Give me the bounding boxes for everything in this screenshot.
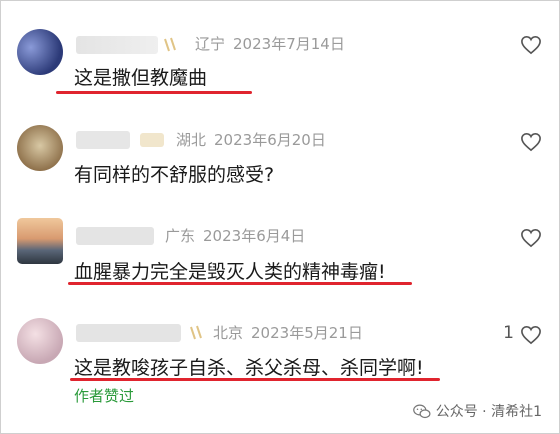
avatar[interactable] bbox=[17, 218, 63, 264]
badge-icon bbox=[164, 37, 176, 52]
heart-outline-icon[interactable] bbox=[520, 325, 542, 345]
watermark: 公众号 · 清希社1 bbox=[412, 401, 542, 421]
username-blurred[interactable] bbox=[76, 227, 154, 245]
heart-outline-icon[interactable] bbox=[520, 132, 542, 152]
comment-date: 2023年6月20日 bbox=[214, 131, 326, 149]
wechat-icon bbox=[412, 404, 431, 418]
author-liked-label: 作者赞过 bbox=[74, 387, 135, 405]
red-underline bbox=[70, 378, 440, 381]
comment-date: 2023年7月14日 bbox=[233, 35, 345, 53]
red-underline bbox=[56, 91, 252, 94]
comment-item: 辽宁 2023年7月14日 这是撒但教魔曲 bbox=[0, 0, 560, 100]
comment-item: 湖北 2023年6月20日 有同样的不舒服的感受? bbox=[0, 100, 560, 200]
avatar[interactable] bbox=[17, 125, 63, 171]
comment-text: 有同样的不舒服的感受? bbox=[74, 164, 275, 186]
comment-text: 这是撒但教魔曲 bbox=[74, 67, 208, 89]
avatar[interactable] bbox=[17, 318, 63, 364]
username-blurred[interactable] bbox=[76, 131, 130, 149]
heart-outline-icon[interactable] bbox=[520, 35, 542, 55]
comment-date: 2023年6月4日 bbox=[203, 227, 306, 245]
comment-meta: 辽宁 2023年7月14日 bbox=[195, 33, 353, 54]
comment-date: 2023年5月21日 bbox=[251, 324, 363, 342]
username-blurred[interactable] bbox=[76, 324, 181, 342]
badge-icon bbox=[190, 325, 202, 340]
comment-location: 湖北 bbox=[176, 131, 207, 149]
like-count: 1 bbox=[503, 323, 514, 343]
comment-meta: 湖北 2023年6月20日 bbox=[176, 129, 334, 150]
comment-text: 血腥暴力完全是毁灭人类的精神毒瘤! bbox=[74, 261, 386, 283]
red-underline bbox=[68, 282, 412, 285]
comment-item: 广东 2023年6月4日 血腥暴力完全是毁灭人类的精神毒瘤! bbox=[0, 200, 560, 305]
comment-location: 辽宁 bbox=[195, 35, 226, 53]
comment-location: 北京 bbox=[213, 324, 244, 342]
comment-text: 这是教唆孩子自杀、杀父杀母、杀同学啊! bbox=[74, 357, 424, 379]
heart-outline-icon[interactable] bbox=[520, 228, 542, 248]
comment-meta: 广东 2023年6月4日 bbox=[165, 225, 313, 246]
comment-location: 广东 bbox=[165, 227, 196, 245]
watermark-text: 公众号 · 清希社1 bbox=[435, 404, 542, 420]
avatar[interactable] bbox=[17, 29, 63, 75]
username-blurred[interactable] bbox=[76, 36, 158, 54]
badge-blurred bbox=[140, 133, 164, 147]
comment-meta: 北京 2023年5月21日 bbox=[213, 322, 371, 343]
